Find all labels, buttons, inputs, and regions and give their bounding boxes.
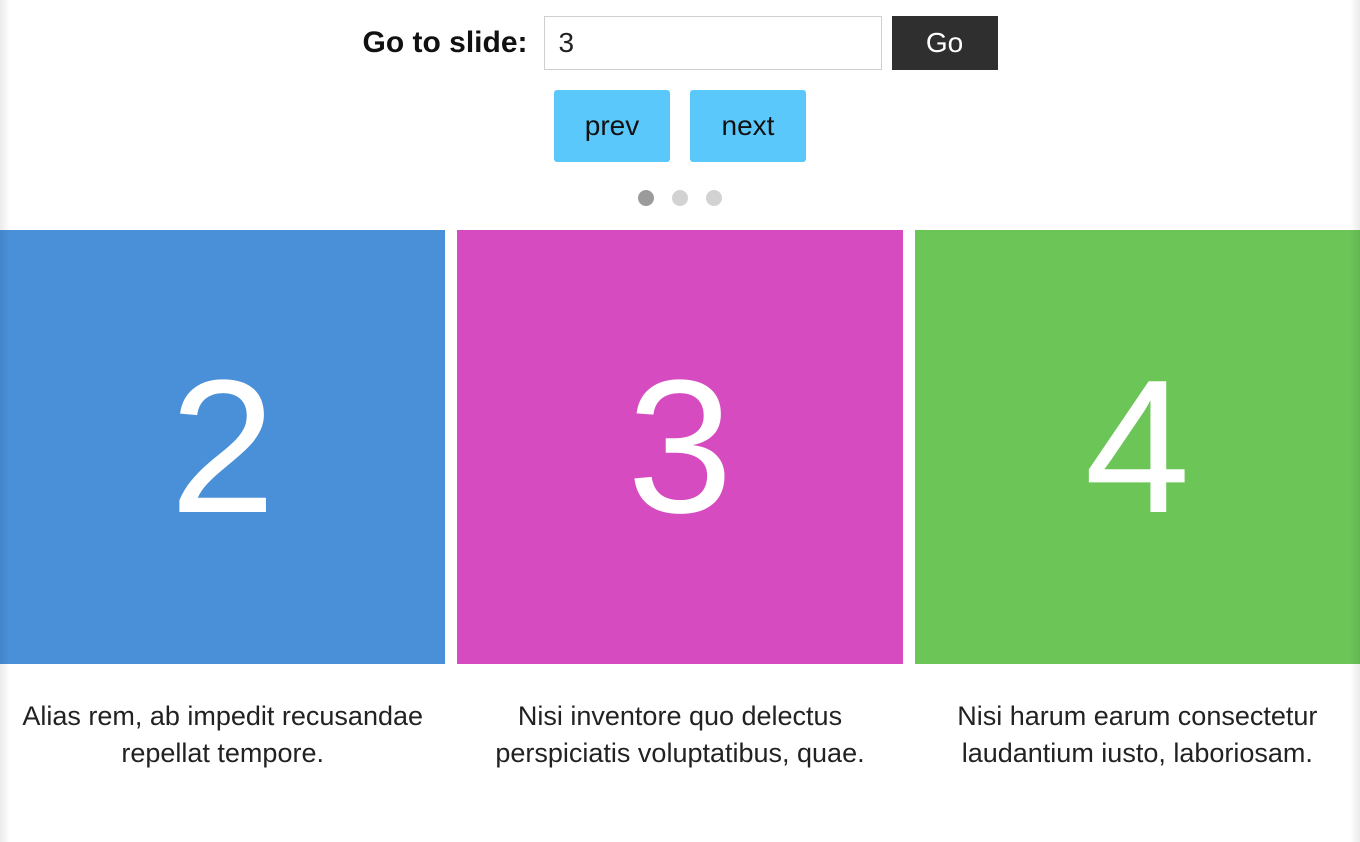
slide-2[interactable]: 2: [0, 230, 445, 664]
goto-label: Go to slide:: [363, 26, 528, 60]
goto-input[interactable]: [544, 16, 882, 70]
dot-1[interactable]: [638, 190, 654, 206]
dot-2[interactable]: [672, 190, 688, 206]
slide-number: 2: [170, 352, 276, 542]
controls-panel: Go to slide: Go prev next: [0, 0, 1360, 206]
slide-number: 4: [1084, 352, 1190, 542]
slide-number: 3: [627, 352, 733, 542]
nav-row: prev next: [0, 90, 1360, 162]
captions-row: Alias rem, ab impedit recusandae repella…: [0, 698, 1360, 773]
caption-4: Nisi harum earum consectetur laudantium …: [915, 698, 1360, 773]
dot-3[interactable]: [706, 190, 722, 206]
caption-3: Nisi inventore quo delectus perspiciatis…: [457, 698, 902, 773]
slider[interactable]: 2 3 4: [0, 230, 1360, 664]
next-button[interactable]: next: [690, 90, 806, 162]
go-button[interactable]: Go: [892, 16, 998, 70]
caption-2: Alias rem, ab impedit recusandae repella…: [0, 698, 445, 773]
goto-row: Go to slide: Go: [363, 16, 998, 70]
slide-3[interactable]: 3: [457, 230, 902, 664]
pagination-dots: [0, 190, 1360, 206]
slide-4[interactable]: 4: [915, 230, 1360, 664]
prev-button[interactable]: prev: [554, 90, 670, 162]
